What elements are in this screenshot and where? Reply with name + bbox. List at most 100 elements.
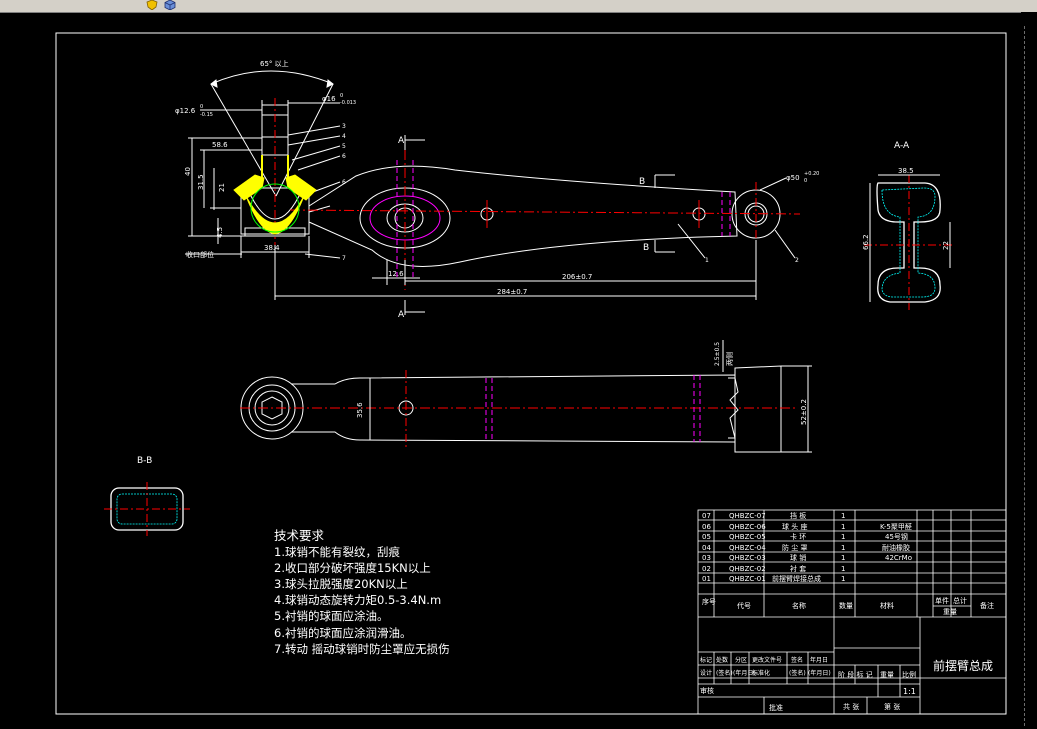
svg-text:01: 01	[702, 575, 711, 583]
svg-text:1: 1	[841, 554, 845, 562]
dim-38-4: 38.4	[264, 244, 280, 252]
balloon-6b: 6	[342, 179, 346, 186]
svg-text:45号钢: 45号钢	[885, 532, 908, 541]
svg-text:QHBZC-01: QHBZC-01	[729, 575, 766, 583]
right-scroll-area[interactable]	[1021, 12, 1037, 729]
dim-284: 284±0.7	[497, 288, 527, 296]
svg-text:年月日: 年月日	[810, 656, 828, 664]
balloon-1: 1	[705, 257, 709, 264]
svg-text:备注: 备注	[980, 601, 994, 610]
svg-text:单件: 单件	[935, 596, 949, 605]
note-item: 7.转动 摇动球销时防尘罩应无损伤	[274, 641, 450, 656]
svg-text:更改文件号: 更改文件号	[752, 656, 782, 664]
section-aa-view: A-A 38.5 66.2 22	[862, 141, 954, 310]
svg-text:(签名): (签名)	[716, 669, 733, 677]
balloon-7: 7	[342, 255, 346, 262]
svg-text:前摆臂焊接总成: 前摆臂焊接总成	[772, 574, 821, 583]
dim-d2: φ16	[322, 95, 336, 103]
svg-text:QHBZC-07: QHBZC-07	[729, 512, 766, 520]
svg-text:02: 02	[702, 565, 711, 573]
plan-view-labels: 35.6 52±0.2 2.5±0.5 两侧	[356, 342, 808, 425]
scale-value: 1:1	[903, 687, 916, 696]
svg-text:处数: 处数	[716, 656, 728, 664]
dim-d3-tol-up: +0.20	[804, 171, 819, 177]
svg-text:1: 1	[841, 565, 845, 573]
section-bb-title: B-B	[137, 456, 152, 466]
svg-text:07: 07	[702, 512, 711, 520]
cube-icon[interactable]	[164, 0, 176, 10]
dim-4-5: 4.5	[216, 227, 224, 238]
svg-text:QHBZC-04: QHBZC-04	[729, 544, 766, 552]
svg-text:设计: 设计	[700, 669, 712, 677]
balloon-2: 2	[795, 257, 799, 264]
shield-icon[interactable]	[146, 0, 158, 10]
svg-text:05: 05	[702, 533, 711, 541]
section-b-bottom: B	[643, 243, 649, 253]
dim-d3-tol-dn: 0	[804, 178, 807, 184]
svg-text:标准化: 标准化	[752, 669, 770, 677]
svg-text:总计: 总计	[953, 596, 967, 605]
dim-d1-tol-dn: -0.15	[200, 112, 213, 118]
svg-text:衬 套: 衬 套	[790, 564, 806, 573]
section-b-top: B	[639, 177, 645, 187]
technical-requirements: 技术要求 1.球销不能有裂纹，刮痕 2.收口部分破坏强度15KN以上 3.球头拉…	[274, 528, 450, 657]
balloon-4: 4	[342, 133, 346, 140]
bom-row: 05 QHBZC-05 卡 环 1 45号钢	[702, 532, 908, 541]
svg-text:代号: 代号	[737, 601, 751, 610]
plan-tag: 两侧	[725, 352, 734, 366]
svg-text:签名: 签名	[791, 656, 803, 664]
svg-text:标记: 标记	[700, 656, 712, 664]
notes-title: 技术要求	[274, 528, 325, 543]
weld-label: 收口部位	[186, 250, 214, 259]
vertical-scrollbar[interactable]	[1024, 26, 1035, 726]
dim-31-5: 31.5	[197, 174, 205, 190]
note-item: 4.球销动态旋转力矩0.5-3.4N.m	[274, 593, 442, 608]
angle-dim: 65° 以上	[260, 59, 289, 68]
review-label: 审核	[700, 686, 714, 695]
dim-plan-height: 35.6	[356, 402, 364, 418]
svg-text:球 头 座: 球 头 座	[782, 522, 807, 531]
svg-text:QHBZC-06: QHBZC-06	[729, 523, 766, 531]
rev-row: 标记 处数 分区 更改文件号 签名 年月日	[700, 656, 828, 664]
svg-text:42CrMo: 42CrMo	[885, 554, 912, 562]
bom-row: 01 QHBZC-01 前摆臂焊接总成 1	[702, 574, 845, 583]
dim-d2-tol-up: 0	[340, 93, 343, 99]
svg-text:分区: 分区	[735, 656, 747, 664]
svg-text:球 销: 球 销	[790, 553, 806, 562]
dim-d2-tol-dn: -0.013	[340, 100, 356, 106]
sheet-number: 第 张	[884, 702, 900, 711]
note-item: 2.收口部分破坏强度15KN以上	[274, 561, 431, 576]
dim-plan-h2: 52±0.2	[800, 399, 808, 425]
approve-label: 批准	[769, 703, 783, 712]
svg-text:(签名): (签名)	[789, 669, 806, 677]
svg-text:QHBZC-03: QHBZC-03	[729, 554, 766, 562]
svg-text:1: 1	[841, 575, 845, 583]
dim-aa-web: 22	[942, 241, 950, 250]
svg-text:06: 06	[702, 523, 711, 531]
svg-text:QHBZC-05: QHBZC-05	[729, 533, 766, 541]
svg-text:04: 04	[702, 544, 711, 552]
drawing-frame	[55, 32, 1007, 715]
bom-row: 03 QHBZC-03 球 销 1 42CrMo	[702, 553, 912, 562]
svg-text:重量: 重量	[943, 608, 957, 616]
svg-text:序号: 序号	[702, 597, 716, 606]
svg-text:名称: 名称	[792, 601, 806, 610]
bom-row: 06 QHBZC-06 球 头 座 1 K-5聚甲醛	[702, 522, 912, 531]
dim-12-6: 12.6	[388, 270, 404, 278]
dim-plan-small: 2.5±0.5	[714, 342, 721, 366]
svg-text:(年月日): (年月日)	[808, 669, 831, 677]
section-a-top: A	[398, 136, 405, 146]
bom-row: 04 QHBZC-04 防 尘 罩 1 耐油橡胶	[702, 543, 910, 552]
balloon-5: 5	[342, 143, 346, 150]
svg-text:1: 1	[841, 523, 845, 531]
dim-40: 40	[184, 167, 192, 176]
svg-text:03: 03	[702, 554, 711, 562]
bom-row: 07 QHBZC-07 挡 板 1	[702, 511, 845, 520]
cad-drawing[interactable]: 65° 以上 φ12.6 0 -0.15 φ16 0 -0.013 58.6 4…	[0, 12, 1020, 729]
sheets-total: 共 张	[843, 702, 859, 711]
weight-label: 重量	[880, 671, 894, 679]
dim-d1: φ12.6	[175, 107, 196, 115]
section-aa-title: A-A	[894, 141, 910, 151]
balloon-6: 6	[342, 153, 346, 160]
svg-text:QHBZC-02: QHBZC-02	[729, 565, 766, 573]
